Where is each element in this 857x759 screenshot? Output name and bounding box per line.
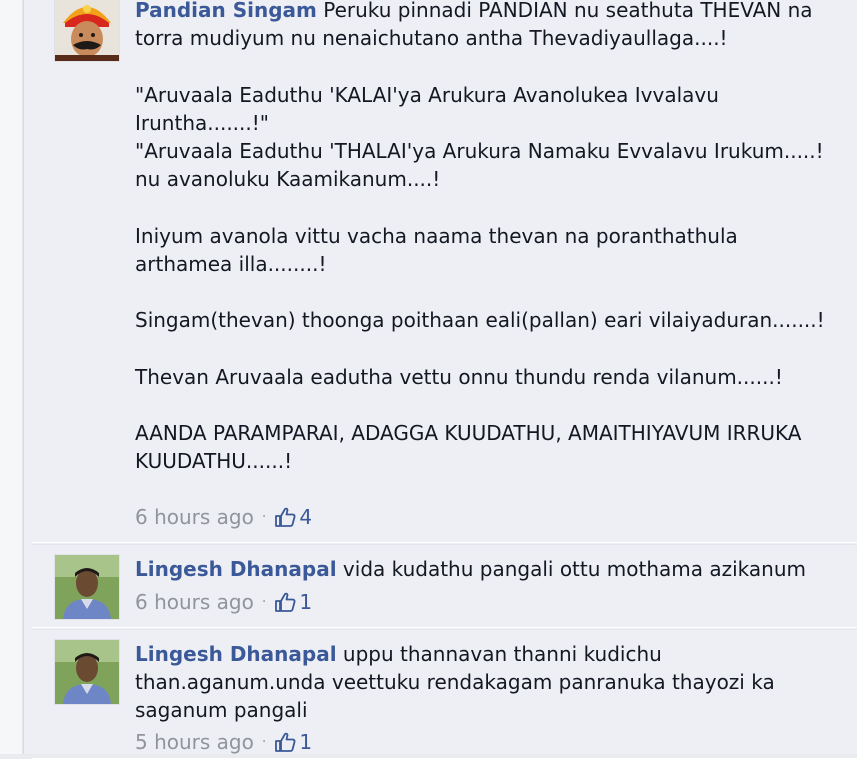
comment-body: Lingesh Dhanapal vida kudathu pangali ot…	[135, 555, 825, 583]
avatar[interactable]	[54, 0, 120, 62]
comment-item: Lingesh Dhanapal uppu thannavan thanni k…	[32, 629, 857, 759]
thumbs-up-icon	[275, 592, 296, 612]
comment-text: vida kudathu pangali ottu mothama azikan…	[342, 557, 806, 581]
comment-timestamp[interactable]: 6 hours ago	[135, 505, 254, 529]
meta-separator: ·	[261, 594, 267, 610]
like-count-link[interactable]: 1	[274, 730, 312, 754]
like-count-link[interactable]: 1	[274, 590, 312, 614]
comments-panel: Pandian Singam Peruku pinnadi PANDIAN nu…	[23, 0, 857, 759]
meta-separator: ·	[261, 509, 267, 525]
page-left-gutter	[0, 0, 23, 754]
avatar[interactable]	[54, 554, 120, 620]
comment-item: Lingesh Dhanapal vida kudathu pangali ot…	[32, 544, 857, 628]
comment-timestamp[interactable]: 6 hours ago	[135, 590, 254, 614]
avatar[interactable]	[54, 639, 120, 705]
thumbs-up-icon	[275, 507, 296, 527]
thumbs-up-icon	[275, 732, 296, 752]
meta-separator: ·	[261, 734, 267, 750]
comment-meta: 6 hours ago · 1	[135, 588, 312, 616]
comment-author-link[interactable]: Lingesh Dhanapal	[135, 642, 337, 666]
comment-meta: 6 hours ago · 4	[135, 503, 312, 531]
comment-body: Pandian Singam Peruku pinnadi PANDIAN nu…	[135, 0, 825, 475]
comment-item: Pandian Singam Peruku pinnadi PANDIAN nu…	[32, 0, 857, 543]
like-count-link[interactable]: 4	[274, 505, 312, 529]
comment-timestamp[interactable]: 5 hours ago	[135, 730, 254, 754]
like-count: 1	[299, 590, 313, 614]
comments-frame: Pandian Singam Peruku pinnadi PANDIAN nu…	[0, 0, 857, 759]
like-count: 1	[299, 730, 313, 754]
comment-author-link[interactable]: Pandian Singam	[135, 0, 317, 22]
comment-text: Peruku pinnadi PANDIAN nu seathuta THEVA…	[135, 0, 825, 474]
like-count: 4	[299, 505, 313, 529]
comment-author-link[interactable]: Lingesh Dhanapal	[135, 557, 337, 581]
comment-meta: 5 hours ago · 1	[135, 728, 312, 756]
comment-body: Lingesh Dhanapal uppu thannavan thanni k…	[135, 640, 825, 725]
